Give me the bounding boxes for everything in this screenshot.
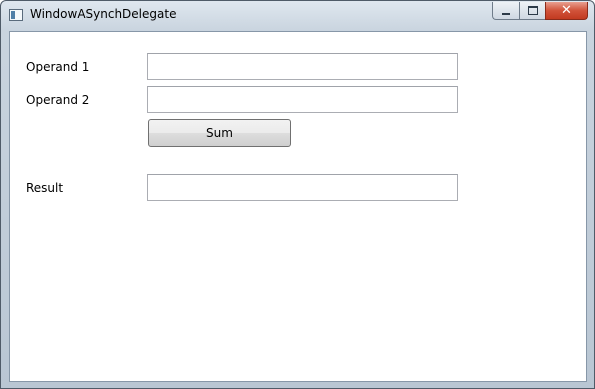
result-output[interactable] xyxy=(147,174,458,201)
operand2-label: Operand 2 xyxy=(26,93,90,107)
maximize-button[interactable] xyxy=(519,2,545,20)
title-bar[interactable]: WindowASynchDelegate ✕ xyxy=(1,1,594,29)
operand1-label: Operand 1 xyxy=(26,60,90,74)
sum-button[interactable]: Sum xyxy=(148,119,291,147)
window-icon[interactable] xyxy=(9,9,23,21)
application-window: WindowASynchDelegate ✕ Operand 1 Operand… xyxy=(0,0,595,389)
close-button[interactable]: ✕ xyxy=(545,2,588,20)
operand1-input[interactable] xyxy=(147,53,458,80)
window-title: WindowASynchDelegate xyxy=(30,7,177,21)
caption-buttons: ✕ xyxy=(492,2,588,20)
minimize-icon xyxy=(502,12,510,15)
result-label: Result xyxy=(26,181,64,195)
operand2-input[interactable] xyxy=(147,86,458,113)
maximize-icon xyxy=(527,6,538,15)
close-icon: ✕ xyxy=(561,3,572,18)
minimize-button[interactable] xyxy=(492,2,519,20)
client-area: Operand 1 Operand 2 Sum Result xyxy=(9,31,587,382)
